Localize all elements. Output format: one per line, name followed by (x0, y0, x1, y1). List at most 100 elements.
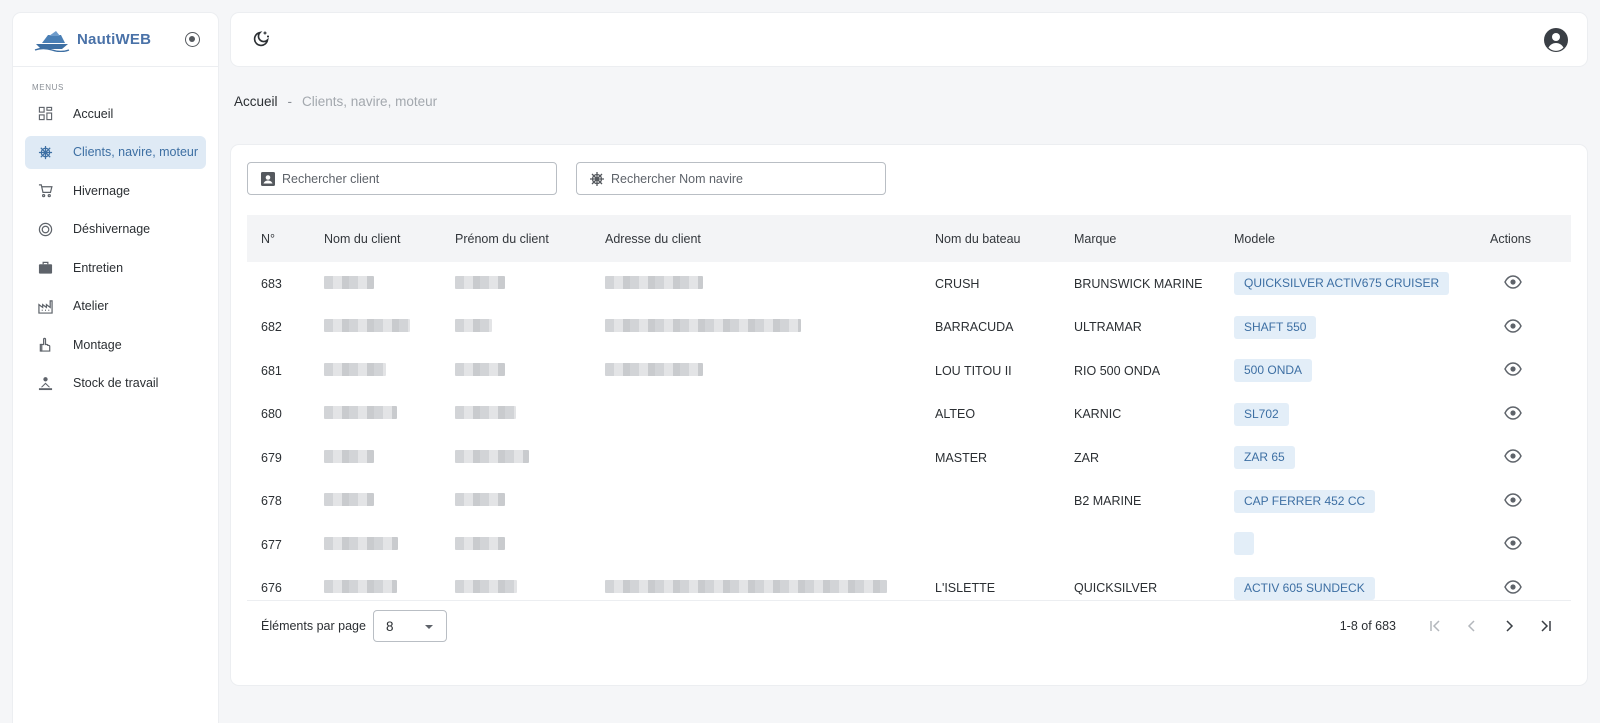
per-page-select[interactable]: 8 (372, 609, 447, 642)
view-eye-icon[interactable] (1504, 578, 1522, 596)
cart-icon (38, 183, 53, 198)
col-header-bateau[interactable]: Nom du bateau (921, 232, 1060, 246)
cell-num: 680 (261, 407, 282, 422)
sidebar-item-entretien[interactable]: Entretien (25, 251, 206, 284)
sidebar-item-label: Déshivernage (73, 222, 151, 236)
contact-card-icon (261, 171, 275, 186)
cell-bateau: ALTEO (935, 407, 976, 422)
redacted-nom (324, 493, 374, 507)
target-icon (38, 222, 53, 237)
breadcrumb-home[interactable]: Accueil (234, 94, 278, 109)
table-row[interactable]: 677 (247, 523, 1571, 567)
redacted-prenom (455, 580, 517, 594)
sidebar-item-deshivernage[interactable]: Déshivernage (25, 213, 206, 246)
clients-table: N° Nom du client Prénom du client Adress… (247, 215, 1571, 610)
col-header-marque[interactable]: Marque (1060, 232, 1220, 246)
col-header-actions: Actions (1490, 231, 1531, 246)
cell-num: 682 (261, 320, 282, 335)
redacted-nom (324, 449, 374, 463)
modele-badge: QUICKSILVER ACTIV675 CRUISER (1234, 272, 1450, 296)
modele-badge: ZAR 65 (1234, 446, 1295, 470)
redacted-adresse (605, 275, 703, 289)
sidebar-item-stock[interactable]: Stock de travail (25, 367, 206, 400)
account-circle-icon[interactable] (1543, 27, 1569, 53)
redacted-prenom (455, 493, 505, 507)
sidebar-item-hivernage[interactable]: Hivernage (25, 174, 206, 207)
sidebar-item-atelier[interactable]: Atelier (25, 290, 206, 323)
redacted-prenom (455, 449, 529, 463)
cell-marque: KARNIC (1074, 407, 1122, 422)
cell-num: 681 (261, 363, 282, 378)
last-page-icon[interactable] (1537, 617, 1555, 635)
cell-num: 679 (261, 450, 282, 465)
redacted-adresse (605, 580, 887, 594)
table-row[interactable]: 680 ALTEO KARNIC SL702 (247, 393, 1571, 437)
table-row[interactable]: 678 B2 MARINE CAP FERRER 452 CC (247, 480, 1571, 524)
search-client-input[interactable] (282, 171, 542, 186)
caret-down-icon (424, 624, 433, 629)
sidebar-item-label: Entretien (73, 260, 124, 275)
cell-marque: ZAR (1074, 450, 1099, 465)
sidebar-item-montage[interactable]: Montage (25, 328, 206, 361)
search-ship-input[interactable] (611, 171, 871, 186)
modele-badge: ACTIV 605 SUNDECK (1234, 576, 1375, 600)
briefcase-icon (38, 260, 53, 275)
moon-stars-icon[interactable] (251, 29, 271, 49)
redacted-prenom (455, 406, 516, 420)
table-row[interactable]: 681 LOU TITOU II RIO 500 ONDA 500 ONDA (247, 349, 1571, 393)
col-header-adresse[interactable]: Adresse du client (591, 232, 921, 246)
view-eye-icon[interactable] (1504, 534, 1522, 552)
search-ship-field[interactable] (576, 162, 886, 195)
view-eye-icon[interactable] (1504, 360, 1522, 378)
breadcrumb-separator: - (287, 94, 293, 109)
modele-badge: SHAFT 550 (1234, 315, 1317, 339)
cell-bateau: CRUSH (935, 276, 980, 291)
sidebar-item-accueil[interactable]: Accueil (25, 97, 206, 130)
per-page-label: Éléments par page (261, 618, 366, 633)
cell-bateau: LOU TITOU II (935, 363, 1012, 378)
cell-marque: RIO 500 ONDA (1074, 363, 1161, 378)
clients-card: N° Nom du client Prénom du client Adress… (231, 145, 1587, 685)
boat-logo-icon (34, 30, 70, 52)
prev-page-icon[interactable] (1463, 617, 1481, 635)
cell-bateau: MASTER (935, 450, 988, 465)
view-eye-icon[interactable] (1504, 447, 1522, 465)
modele-badge: 500 ONDA (1234, 359, 1313, 383)
hand-icon (38, 337, 53, 352)
cell-marque: QUICKSILVER (1074, 581, 1158, 596)
table-header: N° Nom du client Prénom du client Adress… (247, 215, 1571, 262)
col-header-prenom[interactable]: Prénom du client (441, 232, 591, 246)
view-eye-icon[interactable] (1504, 317, 1522, 335)
redacted-prenom (455, 536, 505, 550)
redacted-prenom (455, 275, 505, 289)
sidebar: NautiWEB MENUS Accueil Clients, navire, … (13, 13, 218, 723)
modele-badge: CAP FERRER 452 CC (1234, 489, 1376, 513)
topbar (231, 13, 1587, 66)
col-header-nom[interactable]: Nom du client (310, 232, 441, 246)
cell-marque: ULTRAMAR (1074, 320, 1142, 335)
search-client-field[interactable] (247, 162, 557, 195)
next-page-icon[interactable] (1500, 617, 1518, 635)
view-eye-icon[interactable] (1504, 491, 1522, 509)
redacted-prenom (455, 362, 505, 376)
redacted-adresse (605, 319, 801, 333)
cell-num: 678 (261, 494, 282, 509)
col-header-modele[interactable]: Modele (1220, 232, 1476, 246)
redacted-nom (324, 319, 410, 333)
sidebar-item-label: Stock de travail (73, 376, 159, 390)
table-row[interactable]: 679 MASTER ZAR ZAR 65 (247, 436, 1571, 480)
dashboard-icon (38, 106, 53, 121)
view-eye-icon[interactable] (1504, 273, 1522, 291)
sidebar-toggle-icon[interactable] (185, 32, 200, 47)
table-row[interactable]: 682 BARRACUDA ULTRAMAR SHAFT 550 (247, 306, 1571, 350)
breadcrumb: Accueil - Clients, navire, moteur (234, 94, 437, 109)
table-row[interactable]: 683 CRUSH BRUNSWICK MARINE QUICKSILVER A… (247, 262, 1571, 306)
view-eye-icon[interactable] (1504, 404, 1522, 422)
sidebar-item-clients[interactable]: Clients, navire, moteur (25, 135, 206, 169)
cell-bateau: L'ISLETTE (935, 581, 996, 596)
redacted-nom (324, 536, 398, 550)
first-page-icon[interactable] (1426, 617, 1444, 635)
sidebar-item-label: Clients, navire, moteur (73, 145, 199, 159)
sidebar-item-label: Hivernage (73, 183, 130, 198)
col-header-num[interactable]: N° (247, 232, 310, 246)
